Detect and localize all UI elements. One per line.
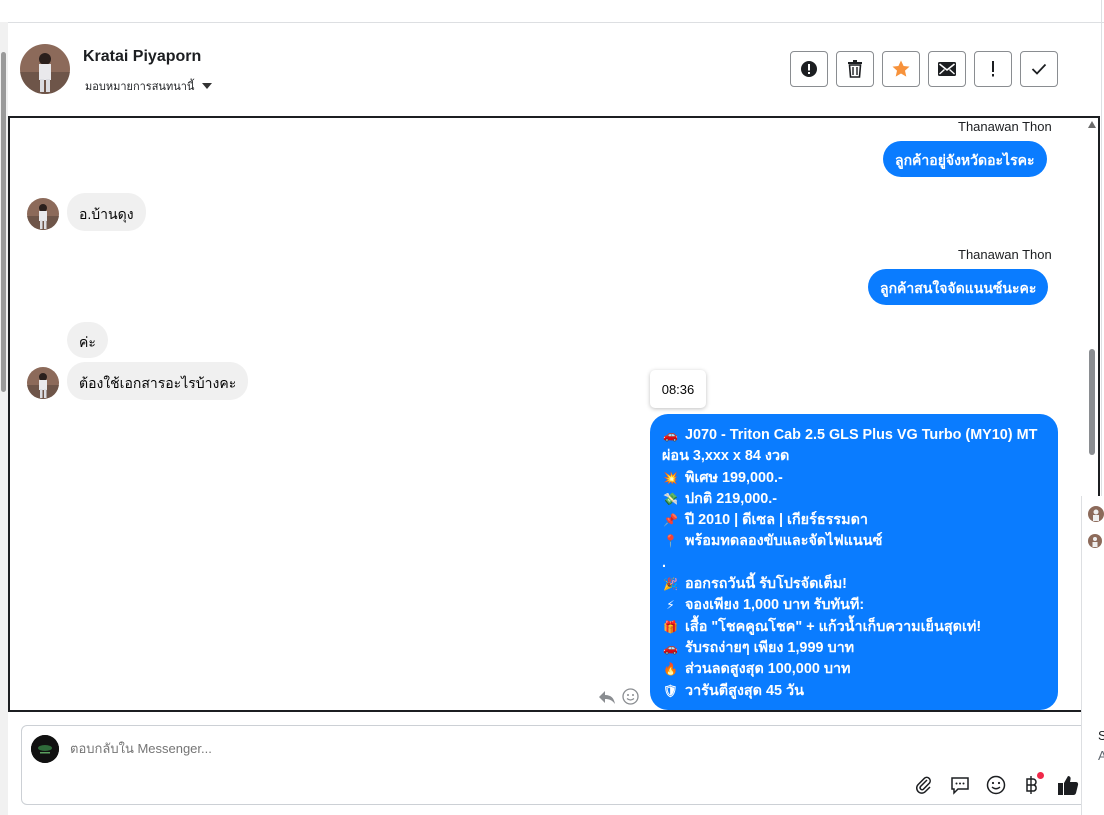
mark-unread-button[interactable] — [928, 51, 966, 87]
emoji-button[interactable] — [984, 773, 1008, 797]
star-icon — [892, 60, 910, 77]
promo-line-text: ออกรถวันนี้ รับโปรจัดเต็ม! — [685, 576, 847, 593]
promo-line: 🚗 J070 - Triton Cab 2.5 GLS Plus VG Turbo… — [662, 425, 1046, 446]
promo-line: 💸 ปกติ 219,000.- — [662, 489, 1046, 510]
promo-line-text: จองเพียง 1,000 บาท รับทันที: — [685, 597, 865, 614]
promo-line: 📌 ปี 2010 | ดีเซล | เกียร์ธรรมดา — [662, 510, 1046, 531]
reply-icon[interactable] — [598, 689, 616, 705]
thumbs-up-icon — [1058, 776, 1079, 795]
contact-avatar-small[interactable] — [27, 367, 59, 399]
trash-icon — [848, 60, 862, 78]
promo-line: 🎉 ออกรถวันนี้ รับโปรจัดเต็ม! — [662, 574, 1046, 595]
composer-tools — [912, 772, 1080, 797]
pushpin-icon: 📌 — [663, 513, 678, 528]
delete-button[interactable] — [836, 51, 874, 87]
promo-line: 🛡 วารันตีสูงสุด 45 วัน — [662, 681, 1046, 702]
promo-line-text: พิเศษ 199,000.- — [685, 469, 783, 486]
contact-avatar-small[interactable] — [27, 198, 59, 230]
user-avatar-small — [1088, 534, 1102, 548]
peek-text: S — [1098, 728, 1104, 743]
exclamation-icon — [992, 61, 994, 77]
left-scrollbar[interactable] — [0, 22, 8, 815]
check-icon — [1031, 63, 1047, 75]
notification-dot — [1037, 772, 1044, 779]
saved-replies-button[interactable] — [948, 773, 972, 797]
promo-line: 📍 พร้อมทดลองขับและจัดไฟแนนซ์ — [662, 531, 1046, 552]
promo-line-text: ผ่อน 3,xxx x 84 งวด — [662, 448, 790, 465]
scroll-up-arrow[interactable] — [1088, 121, 1096, 128]
promo-line: 💥 พิเศษ 199,000.- — [662, 468, 1046, 489]
promo-line-text: พร้อมทดลองขับและจัดไฟแนนซ์ — [685, 533, 883, 550]
report-spam-button[interactable] — [790, 51, 828, 87]
attach-button[interactable] — [912, 773, 936, 797]
side-panel-peek: S A — [1081, 496, 1104, 815]
promo-line-text: ปี 2010 | ดีเซล | เกียร์ธรรมดา — [685, 512, 868, 529]
party-popper-icon: 🎉 — [663, 577, 678, 592]
shield-icon: 🛡 — [662, 683, 679, 698]
promo-line-text: J070 - Triton Cab 2.5 GLS Plus VG Turbo … — [685, 427, 1038, 443]
thread-scrollbar-thumb[interactable] — [1089, 349, 1095, 455]
fire-icon: 🔥 — [663, 662, 678, 677]
baht-icon — [1026, 776, 1037, 794]
reply-composer — [21, 725, 1103, 805]
car-icon: 🚗 — [663, 428, 678, 442]
sender-name: Thanawan Thon — [958, 119, 1052, 134]
promo-line-text: ปกติ 219,000.- — [685, 490, 778, 507]
like-button[interactable] — [1056, 773, 1080, 797]
timestamp-tooltip: 08:36 — [650, 370, 706, 408]
message-tools — [598, 688, 639, 705]
left-scrollbar-thumb[interactable] — [1, 52, 6, 392]
promo-line: ⚡ จองเพียง 1,000 บาท รับทันที: — [662, 595, 1046, 616]
chat-bubble-icon — [951, 777, 969, 795]
mark-done-button[interactable] — [1020, 51, 1058, 87]
promo-line-text: วารันตีสูงสุด 45 วัน — [685, 682, 804, 699]
sender-name: Thanawan Thon — [958, 247, 1052, 262]
promo-line: ผ่อน 3,xxx x 84 งวด — [662, 446, 1046, 467]
header-actions — [790, 51, 1058, 87]
assign-conversation-dropdown[interactable]: มอบหมายการสนทนานี้ — [85, 77, 213, 95]
emoji-reaction-icon[interactable] — [622, 688, 639, 705]
top-bar — [0, 0, 1104, 23]
car-icon: 🚗 — [663, 640, 678, 655]
outgoing-message[interactable]: ลูกค้าสนใจจัดแนนซ์นะคะ — [868, 269, 1049, 305]
incoming-message[interactable]: ค่ะ — [67, 322, 108, 358]
outgoing-message[interactable]: ลูกค้าอยู่จังหวัดอะไรคะ — [883, 141, 1047, 177]
promo-lines: 🚗 J070 - Triton Cab 2.5 GLS Plus VG Turbo… — [662, 425, 1046, 702]
user-avatar-small — [1088, 506, 1104, 522]
incoming-message[interactable]: อ.บ้านดุง — [67, 193, 146, 231]
incoming-message[interactable]: ต้องใช้เอกสารอะไรบ้างคะ — [67, 362, 249, 400]
smiley-icon — [986, 775, 1006, 795]
explosion-icon: 💥 — [663, 470, 678, 485]
promo-line-text: เสื้อ "โชคคูณโชค" + แก้วน้ำเก็บความเย็นส… — [685, 618, 982, 635]
conversation-header: Kratai Piyaporn มอบหมายการสนทนานี้ — [8, 22, 1101, 116]
page-avatar — [31, 735, 59, 763]
contact-name[interactable]: Kratai Piyaporn — [83, 48, 201, 66]
paperclip-icon — [916, 776, 931, 794]
peek-text: A — [1098, 748, 1104, 763]
star-button[interactable] — [882, 51, 920, 87]
lightning-icon: ⚡ — [666, 598, 675, 613]
payment-button[interactable] — [1020, 772, 1044, 797]
promo-line-text: . — [662, 554, 666, 571]
reply-input[interactable] — [70, 741, 570, 756]
gift-icon: 🎁 — [663, 619, 678, 634]
contact-avatar[interactable] — [20, 44, 70, 94]
envelope-icon — [938, 62, 956, 76]
message-thread[interactable]: Thanawan Thon ลูกค้าอยู่จังหวัดอะไรคะ อ.… — [8, 116, 1100, 712]
promo-line: 🚗 รับรถง่ายๆ เพียง 1,999 บาท — [662, 638, 1046, 659]
follow-up-button[interactable] — [974, 51, 1012, 87]
round-pushpin-icon: 📍 — [663, 534, 678, 549]
money-wings-icon: 💸 — [663, 491, 678, 506]
caret-down-icon — [202, 83, 213, 89]
promo-line: 🔥 ส่วนลดสูงสุด 100,000 บาท — [662, 659, 1046, 680]
promo-line-text: รับรถง่ายๆ เพียง 1,999 บาท — [685, 639, 855, 656]
promo-line-text: ส่วนลดสูงสุด 100,000 บาท — [685, 661, 851, 678]
alert-circle-icon — [801, 61, 817, 77]
assign-label: มอบหมายการสนทนานี้ — [85, 81, 195, 93]
promo-line: . — [662, 553, 1046, 574]
promo-line: 🎁 เสื้อ "โชคคูณโชค" + แก้วน้ำเก็บความเย็น… — [662, 617, 1046, 638]
promo-message[interactable]: 🚗 J070 - Triton Cab 2.5 GLS Plus VG Turbo… — [650, 414, 1058, 710]
